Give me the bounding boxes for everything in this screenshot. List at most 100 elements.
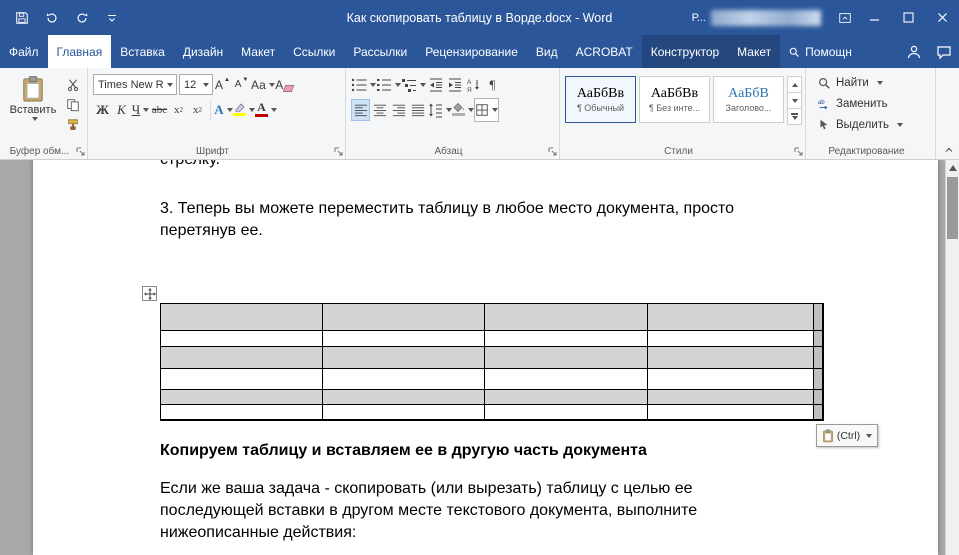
font-family-combo[interactable]: Times New R <box>93 74 177 95</box>
table-cell[interactable] <box>323 347 485 369</box>
table-cell[interactable] <box>323 331 485 347</box>
table-cell[interactable] <box>485 331 648 347</box>
table-cell[interactable] <box>161 390 323 405</box>
find-button[interactable]: Найти <box>811 72 932 93</box>
underline-button[interactable]: Ч <box>131 99 150 121</box>
table-cell[interactable] <box>485 347 648 369</box>
style-no-spacing[interactable]: АаБбВв ¶ Без инте... <box>639 76 710 123</box>
clipboard-dialog-launcher[interactable] <box>76 147 85 156</box>
numbering-button[interactable] <box>376 74 401 96</box>
style-heading1[interactable]: АаБбВ Заголово... <box>713 76 784 123</box>
minimize-button[interactable] <box>857 0 891 35</box>
font-dialog-launcher[interactable] <box>334 147 343 156</box>
replace-button[interactable]: ab Заменить <box>811 93 932 114</box>
clear-formatting-button[interactable]: А <box>275 74 294 96</box>
paragraph-dialog-launcher[interactable] <box>548 147 557 156</box>
italic-button[interactable]: К <box>112 99 131 121</box>
table-row-end-strip[interactable] <box>814 369 823 390</box>
redo-button[interactable] <box>70 4 94 32</box>
highlight-color-button[interactable] <box>233 99 255 121</box>
select-button[interactable]: Выделить <box>811 114 932 135</box>
table-row-end-strip[interactable] <box>814 390 823 405</box>
table-cell[interactable] <box>323 405 485 420</box>
bullets-button[interactable] <box>351 74 376 96</box>
save-button[interactable] <box>10 4 34 32</box>
multilevel-list-button[interactable] <box>401 74 426 96</box>
table-cell[interactable] <box>161 304 323 331</box>
table-cell[interactable] <box>648 304 814 331</box>
shrink-font-button[interactable]: А▼ <box>232 74 251 96</box>
tab-table-layout[interactable]: Макет <box>728 35 780 68</box>
font-color-button[interactable]: А <box>255 99 277 121</box>
table-cell[interactable] <box>323 390 485 405</box>
table-row-end-strip[interactable] <box>814 347 823 369</box>
tab-review[interactable]: Рецензирование <box>416 35 527 68</box>
format-painter-button[interactable] <box>66 118 80 132</box>
shading-button[interactable] <box>452 99 474 121</box>
subscript-button[interactable]: x2 <box>169 99 188 121</box>
paste-options-button[interactable]: (Ctrl) <box>816 424 878 447</box>
tab-layout[interactable]: Макет <box>232 35 284 68</box>
decrease-indent-button[interactable] <box>426 74 445 96</box>
maximize-button[interactable] <box>891 0 925 35</box>
tab-home[interactable]: Главная <box>48 35 112 68</box>
justify-button[interactable] <box>408 99 427 121</box>
table-cell[interactable] <box>485 304 648 331</box>
tab-file[interactable]: Файл <box>0 35 48 68</box>
text-effects-button[interactable]: А <box>214 99 233 121</box>
table-cell[interactable] <box>485 369 648 390</box>
styles-scroll-up-button[interactable] <box>787 76 802 93</box>
table-cell[interactable] <box>648 331 814 347</box>
ribbon-display-options-button[interactable] <box>833 4 857 32</box>
show-marks-button[interactable]: ¶ <box>483 74 502 96</box>
undo-button[interactable] <box>40 4 64 32</box>
change-case-button[interactable]: Аа <box>251 74 275 96</box>
tab-mailings[interactable]: Рассылки <box>344 35 416 68</box>
table-cell[interactable] <box>161 369 323 390</box>
styles-scroll-down-button[interactable] <box>787 92 802 109</box>
styles-dialog-launcher[interactable] <box>794 147 803 156</box>
close-button[interactable] <box>925 0 959 35</box>
line-spacing-button[interactable] <box>427 99 452 121</box>
table-cell[interactable] <box>648 369 814 390</box>
cut-button[interactable] <box>66 78 80 92</box>
tab-view[interactable]: Вид <box>527 35 567 68</box>
grow-font-button[interactable]: А▲ <box>213 74 232 96</box>
table-cell[interactable] <box>648 390 814 405</box>
align-left-button[interactable] <box>351 99 370 121</box>
tab-acrobat[interactable]: ACROBAT <box>567 35 642 68</box>
increase-indent-button[interactable] <box>445 74 464 96</box>
table-cell[interactable] <box>648 347 814 369</box>
tell-me-box[interactable]: Помощн <box>780 35 860 68</box>
styles-more-button[interactable] <box>787 108 802 125</box>
superscript-button[interactable]: x2 <box>188 99 207 121</box>
table-row-end-strip[interactable] <box>814 405 823 420</box>
align-right-button[interactable] <box>389 99 408 121</box>
collapse-ribbon-button[interactable] <box>944 145 954 155</box>
document-table[interactable] <box>160 303 824 421</box>
table-move-handle[interactable] <box>142 286 157 301</box>
strikethrough-button[interactable]: abc <box>150 99 169 121</box>
scrollbar-thumb[interactable] <box>947 177 958 239</box>
vertical-scrollbar[interactable] <box>945 160 959 555</box>
tab-design[interactable]: Дизайн <box>174 35 232 68</box>
table-cell[interactable] <box>161 331 323 347</box>
copy-button[interactable] <box>66 98 80 112</box>
sort-button[interactable]: АЯ <box>464 74 483 96</box>
document-page[interactable]: стрелку. 3. Теперь вы можете переместить… <box>33 160 938 555</box>
borders-button[interactable] <box>474 98 499 122</box>
tab-references[interactable]: Ссылки <box>284 35 344 68</box>
table-cell[interactable] <box>648 405 814 420</box>
style-normal[interactable]: АаБбВв ¶ Обычный <box>565 76 636 123</box>
table-cell[interactable] <box>485 405 648 420</box>
font-size-combo[interactable]: 12 <box>179 74 213 95</box>
bold-button[interactable]: Ж <box>93 99 112 121</box>
qat-customize-button[interactable] <box>100 4 124 32</box>
table-row-end-strip[interactable] <box>814 331 823 347</box>
table-cell[interactable] <box>161 347 323 369</box>
tab-table-design[interactable]: Конструктор <box>642 35 728 68</box>
align-center-button[interactable] <box>370 99 389 121</box>
paste-button[interactable]: Вставить <box>5 75 61 142</box>
comments-icon[interactable] <box>929 35 959 68</box>
table-cell[interactable] <box>161 405 323 420</box>
